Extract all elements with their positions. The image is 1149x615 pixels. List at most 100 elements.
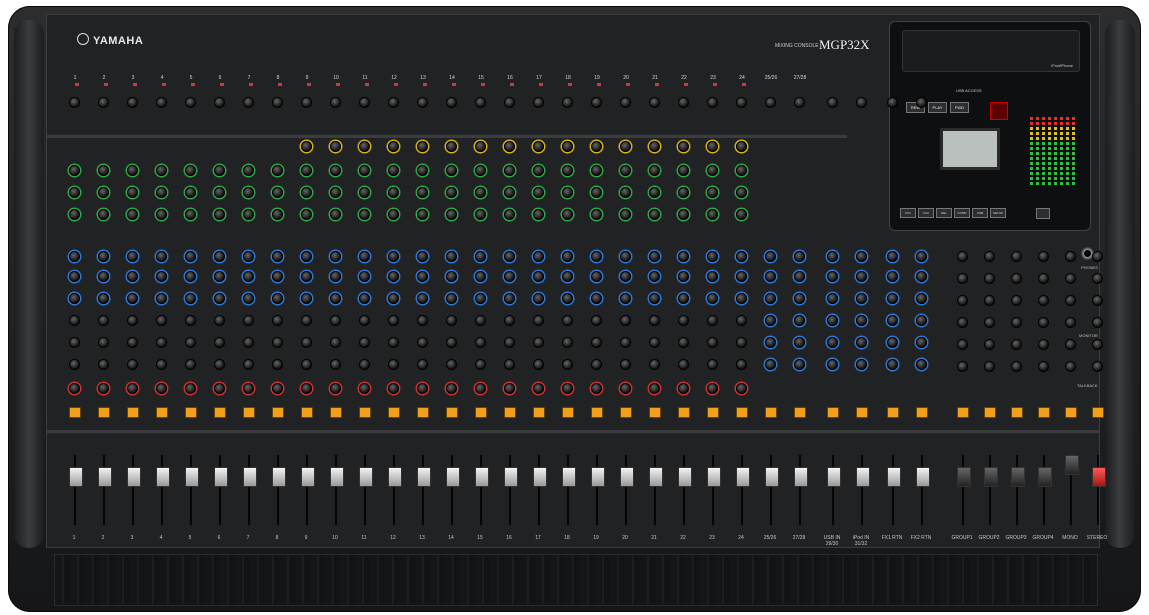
eq-mid-knob[interactable]	[69, 251, 80, 262]
aux-send-knob[interactable]	[533, 315, 544, 326]
eq-high-knob[interactable]	[388, 165, 399, 176]
eq-high-knob[interactable]	[98, 165, 109, 176]
eq-mid-knob[interactable]	[475, 251, 486, 262]
master-knob[interactable]	[984, 251, 995, 262]
aux-send-knob[interactable]	[185, 359, 196, 370]
channel-fader[interactable]	[388, 467, 402, 487]
eq-mid-knob[interactable]	[214, 251, 225, 262]
eq-mid-knob[interactable]	[649, 271, 660, 282]
master-knob[interactable]	[1011, 361, 1022, 372]
aux-send-knob[interactable]	[127, 337, 138, 348]
aux-send-knob[interactable]	[707, 337, 718, 348]
eq-high-knob[interactable]	[127, 165, 138, 176]
eq-mid-knob[interactable]	[243, 251, 254, 262]
pan-knob[interactable]	[707, 383, 718, 394]
aux-send-knob[interactable]	[185, 337, 196, 348]
aux-send-knob[interactable]	[504, 359, 515, 370]
eq-high-knob[interactable]	[533, 209, 544, 220]
eq-high-knob[interactable]	[417, 165, 428, 176]
master-knob[interactable]	[984, 339, 995, 350]
gain-knob[interactable]	[736, 97, 747, 108]
pan-knob[interactable]	[504, 383, 515, 394]
eq-high-knob[interactable]	[504, 187, 515, 198]
stereo-fader[interactable]	[887, 467, 901, 487]
eq-mid-knob[interactable]	[620, 271, 631, 282]
on-button[interactable]	[533, 407, 545, 418]
master-knob[interactable]	[1038, 273, 1049, 284]
gain-knob[interactable]	[98, 97, 109, 108]
eq-knob[interactable]	[827, 271, 838, 282]
aux-send-knob[interactable]	[388, 315, 399, 326]
eq-mid-knob[interactable]	[330, 293, 341, 304]
eq-high-knob[interactable]	[417, 187, 428, 198]
aux-send-knob[interactable]	[562, 315, 573, 326]
eq-mid-knob[interactable]	[620, 251, 631, 262]
channel-fader[interactable]	[214, 467, 228, 487]
eq-high-knob[interactable]	[301, 165, 312, 176]
eq-knob[interactable]	[887, 251, 898, 262]
pan-knob[interactable]	[156, 383, 167, 394]
aux-send-knob[interactable]	[243, 359, 254, 370]
eq-high-knob[interactable]	[736, 209, 747, 220]
eq-mid-knob[interactable]	[475, 271, 486, 282]
aux-send-knob[interactable]	[562, 337, 573, 348]
eq-high-knob[interactable]	[214, 209, 225, 220]
eq-mid-knob[interactable]	[330, 251, 341, 262]
on-button[interactable]	[214, 407, 226, 418]
eq-knob[interactable]	[856, 271, 867, 282]
pan-knob[interactable]	[359, 383, 370, 394]
eq-knob[interactable]	[916, 337, 927, 348]
eq-mid-knob[interactable]	[649, 293, 660, 304]
gain-knob[interactable]	[301, 97, 312, 108]
eq-mid-knob[interactable]	[388, 293, 399, 304]
gain-knob[interactable]	[591, 97, 602, 108]
eq-high-knob[interactable]	[591, 209, 602, 220]
eq-mid-knob[interactable]	[359, 293, 370, 304]
eq-high-knob[interactable]	[156, 165, 167, 176]
gain-knob[interactable]	[69, 97, 80, 108]
gain-knob[interactable]	[330, 97, 341, 108]
master-knob[interactable]	[957, 339, 968, 350]
eq-high-knob[interactable]	[127, 187, 138, 198]
on-button[interactable]	[827, 407, 839, 418]
gain-knob[interactable]	[533, 97, 544, 108]
on-button[interactable]	[127, 407, 139, 418]
eq-high-knob[interactable]	[620, 165, 631, 176]
eq-high-knob[interactable]	[69, 187, 80, 198]
eq-mid-knob[interactable]	[562, 293, 573, 304]
channel-fader[interactable]	[272, 467, 286, 487]
eq-mid-knob[interactable]	[417, 293, 428, 304]
group-fader[interactable]	[957, 467, 971, 487]
eq-high-knob[interactable]	[562, 187, 573, 198]
eq-mid-knob[interactable]	[707, 271, 718, 282]
eq-high-knob[interactable]	[330, 209, 341, 220]
master-knob[interactable]	[984, 361, 995, 372]
eq-mid-knob[interactable]	[417, 271, 428, 282]
master-knob[interactable]	[984, 273, 995, 284]
master-knob[interactable]	[984, 317, 995, 328]
on-button[interactable]	[185, 407, 197, 418]
eq-high-knob[interactable]	[446, 209, 457, 220]
group-on-button[interactable]	[984, 407, 996, 418]
aux-send-knob[interactable]	[388, 359, 399, 370]
eq-high-knob[interactable]	[620, 209, 631, 220]
channel-fader[interactable]	[446, 467, 460, 487]
on-button[interactable]	[475, 407, 487, 418]
eq-high-knob[interactable]	[388, 187, 399, 198]
eq-knob[interactable]	[827, 359, 838, 370]
aux-send-knob[interactable]	[243, 337, 254, 348]
eq-high-knob[interactable]	[301, 209, 312, 220]
eq-mid-knob[interactable]	[504, 251, 515, 262]
eq-mid-knob[interactable]	[301, 271, 312, 282]
eq-mid-knob[interactable]	[243, 293, 254, 304]
aux-send-knob[interactable]	[475, 315, 486, 326]
on-button[interactable]	[243, 407, 255, 418]
channel-fader[interactable]	[649, 467, 663, 487]
eq-mid-knob[interactable]	[98, 293, 109, 304]
comp-knob[interactable]	[330, 141, 341, 152]
on-button[interactable]	[794, 407, 806, 418]
aux-send-knob[interactable]	[678, 315, 689, 326]
eq-knob[interactable]	[794, 337, 805, 348]
master-knob[interactable]	[1038, 251, 1049, 262]
aux-send-knob[interactable]	[504, 315, 515, 326]
